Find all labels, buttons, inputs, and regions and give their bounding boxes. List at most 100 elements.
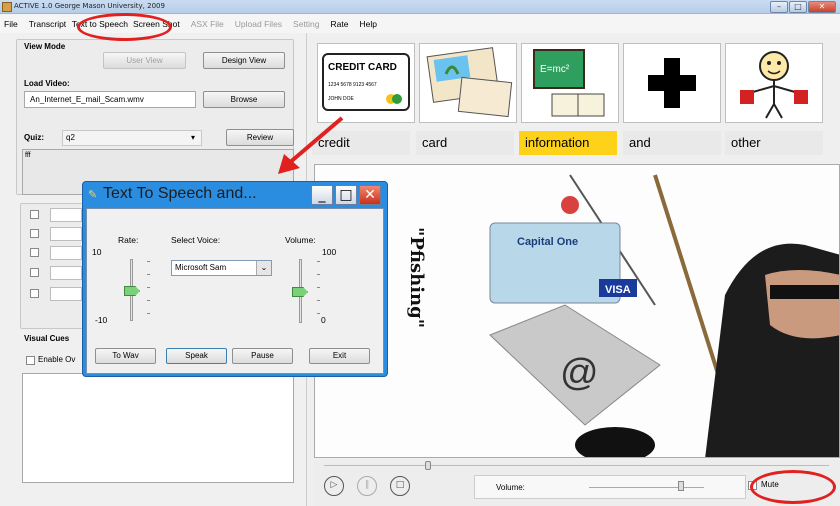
symbol-other[interactable] <box>725 43 823 123</box>
chalkboard-book-icon: E=mc² <box>533 49 605 117</box>
rate-tick <box>147 274 150 275</box>
play-icon[interactable]: ▷ <box>324 476 344 496</box>
dialog-app-icon: ✎ <box>88 188 98 201</box>
menu-upload-files[interactable]: Upload Files <box>235 19 282 29</box>
stop-icon[interactable]: □ <box>390 476 410 496</box>
option-field-4[interactable] <box>50 266 82 280</box>
symbol-card[interactable] <box>419 43 517 123</box>
option-field-1[interactable] <box>50 208 82 222</box>
dialog-close-button[interactable]: ✕ <box>359 185 381 205</box>
option-checkbox-5[interactable] <box>30 289 39 298</box>
chevron-down-icon: ⌄ <box>256 261 271 275</box>
menu-rate[interactable]: Rate <box>331 19 349 29</box>
tts-dialog: ✎ Text To Speech and... _ □ ✕ Rate: 10 -… <box>82 181 388 377</box>
menu-asx-file[interactable]: ASX File <box>191 19 224 29</box>
card-name: JOHN DOE <box>328 96 355 102</box>
credit-card-icon: CREDIT CARD 1234 5678 9123 4567 JOHN DOE <box>322 53 410 111</box>
rate-tick <box>147 261 150 262</box>
close-button[interactable]: ✕ <box>808 1 836 13</box>
pfishing-text: "Pfishing" <box>406 227 427 328</box>
browse-button[interactable]: Browse <box>203 91 285 108</box>
volume-min: 0 <box>321 315 326 325</box>
dialog-minimize-button[interactable]: _ <box>311 185 333 205</box>
user-view-button[interactable]: User View <box>103 52 186 69</box>
rate-min: -10 <box>95 315 108 325</box>
video-frame: Capital One VISA @ "Pfishing" <box>315 165 839 457</box>
volume-dialog-thumb[interactable] <box>292 287 308 297</box>
volume-tick <box>317 300 320 301</box>
dialog-title: Text To Speech and... <box>103 185 257 202</box>
annotation-arrow <box>278 116 344 174</box>
caption-and: and <box>623 131 721 155</box>
minimize-button[interactable]: – <box>770 1 788 13</box>
caption-information: information <box>519 131 617 155</box>
to-wav-button[interactable]: To Wav <box>95 348 156 364</box>
rate-label: Rate: <box>118 235 139 245</box>
load-video-label: Load Video: <box>24 79 70 88</box>
seek-thumb[interactable] <box>425 461 431 470</box>
volume-label: Volume: <box>496 483 525 492</box>
window-title: ACTIVE 1.0 George Mason University, 2009 <box>14 2 165 10</box>
card-brand: VISA <box>605 284 631 296</box>
view-mode-label: View Mode <box>24 42 66 51</box>
visual-cues-label: Visual Cues <box>24 334 70 343</box>
annotation-circle-menu <box>77 13 172 41</box>
volume-thumb[interactable] <box>678 481 684 491</box>
quiz-select[interactable]: q2 ▾ <box>62 130 202 146</box>
person-icon <box>740 51 808 119</box>
volume-max: 100 <box>322 247 337 257</box>
voice-value: Microsoft Sam <box>175 263 227 272</box>
volume-tick <box>317 313 320 314</box>
rate-tick <box>147 313 150 314</box>
quiz-label: Quiz: <box>24 133 44 142</box>
face <box>765 270 839 339</box>
menu-setting[interactable]: Setting <box>293 19 319 29</box>
mask <box>770 285 839 299</box>
exit-button[interactable]: Exit <box>309 348 370 364</box>
enable-overlay-checkbox[interactable] <box>26 356 35 365</box>
card-title: CREDIT CARD <box>328 62 397 73</box>
option-field-3[interactable] <box>50 246 82 260</box>
speak-button[interactable]: Speak <box>166 348 227 364</box>
voice-select[interactable]: Microsoft Sam ⌄ <box>171 260 272 276</box>
window-titlebar: ACTIVE 1.0 George Mason University, 2009… <box>0 0 840 14</box>
menu-file[interactable]: File <box>4 19 18 29</box>
symbol-and[interactable] <box>623 43 721 123</box>
pause-icon[interactable]: ∥ <box>357 476 377 496</box>
menu-help[interactable]: Help <box>359 19 376 29</box>
quiz-value: q2 <box>66 133 75 142</box>
option-checkbox-4[interactable] <box>30 268 39 277</box>
option-field-5[interactable] <box>50 287 82 301</box>
card-bank: Capital One <box>517 236 578 248</box>
design-view-button[interactable]: Design View <box>203 52 285 69</box>
maximize-button[interactable]: □ <box>789 1 807 13</box>
symbol-credit-card[interactable]: CREDIT CARD 1234 5678 9123 4567 JOHN DOE <box>317 43 415 123</box>
board-text: E=mc² <box>540 64 570 75</box>
video-file-field[interactable]: An_Internet_E_mail_Scam.wmv <box>24 91 196 108</box>
video-player[interactable]: Capital One VISA @ "Pfishing" <box>314 164 840 458</box>
volume-dialog-label: Volume: <box>285 235 316 245</box>
visual-cues-area[interactable] <box>22 373 294 483</box>
option-checkbox-3[interactable] <box>30 248 39 257</box>
chevron-down-icon: ▾ <box>190 133 195 142</box>
option-checkbox-1[interactable] <box>30 210 39 219</box>
volume-tick <box>317 274 320 275</box>
option-checkbox-2[interactable] <box>30 229 39 238</box>
enable-overlay-label: Enable Ov <box>38 355 76 364</box>
menu-transcript[interactable]: Transcript <box>29 19 67 29</box>
rate-thumb[interactable] <box>124 286 140 296</box>
dialog-maximize-button[interactable]: □ <box>335 185 357 205</box>
annotation-circle-mute <box>750 470 836 504</box>
card-number: 1234 5678 9123 4567 <box>328 82 377 88</box>
volume-tick <box>317 287 320 288</box>
symbol-information[interactable]: E=mc² <box>521 43 619 123</box>
voice-label: Select Voice: <box>171 235 221 245</box>
rate-max: 10 <box>92 247 102 257</box>
volume-slider[interactable] <box>589 487 704 488</box>
option-field-2[interactable] <box>50 227 82 241</box>
app-icon <box>2 2 12 12</box>
pause-button[interactable]: Pause <box>232 348 293 364</box>
postcard-icon <box>426 47 513 118</box>
rate-tick <box>147 300 150 301</box>
seek-bar[interactable] <box>324 465 829 466</box>
